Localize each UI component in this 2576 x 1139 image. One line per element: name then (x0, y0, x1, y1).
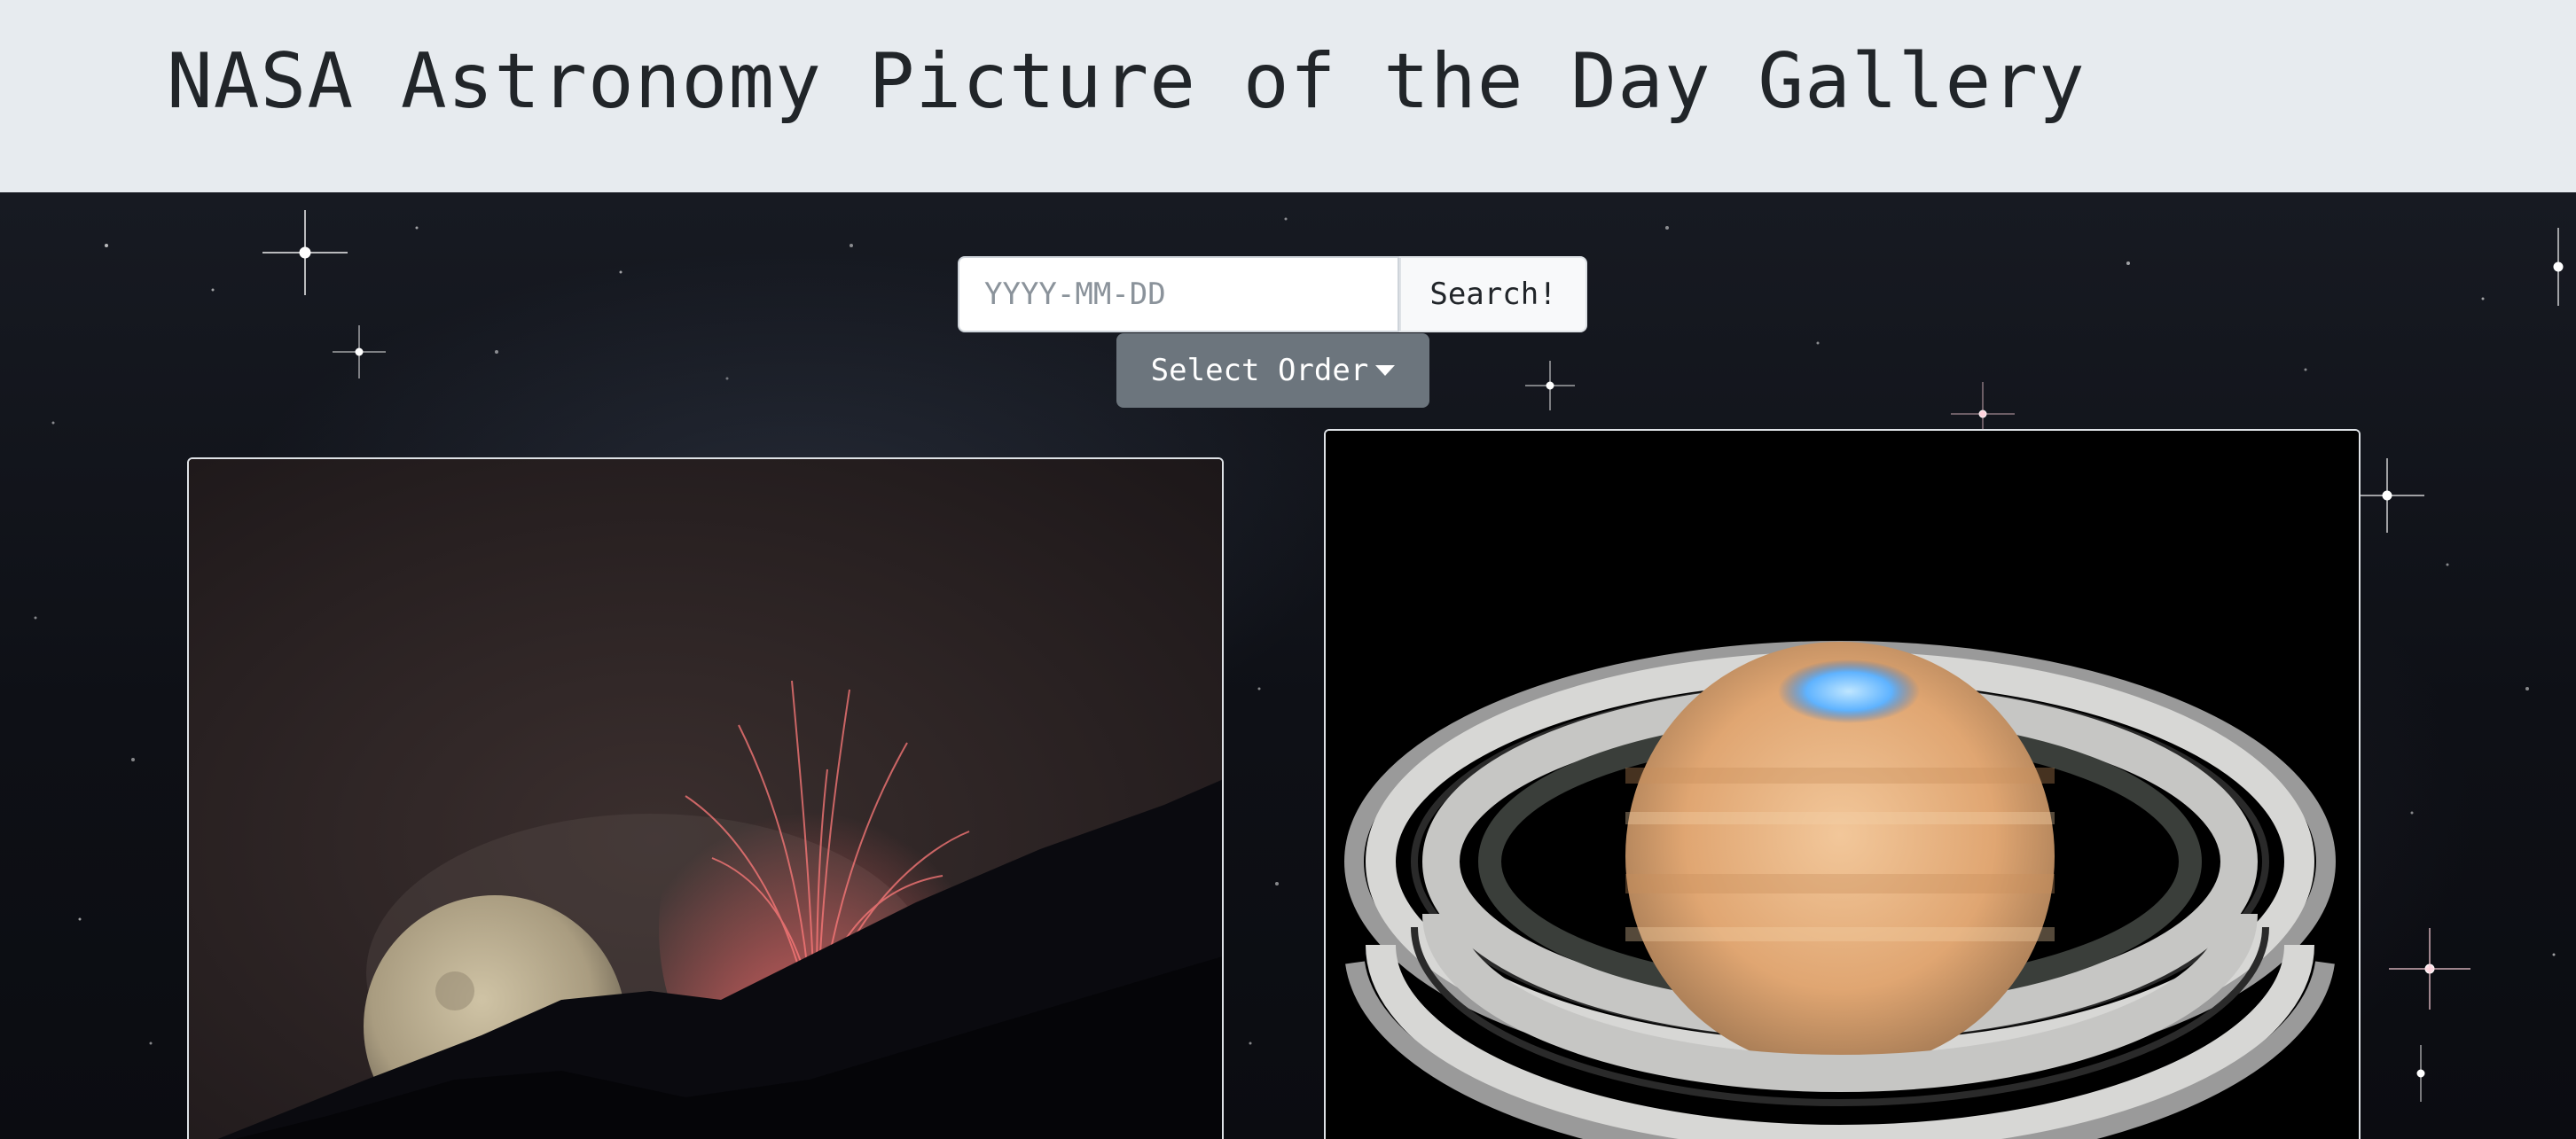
volcano-moon-image (189, 459, 1222, 1139)
select-order-label: Select Order (1150, 353, 1369, 388)
gallery-card-saturn[interactable] (1324, 429, 2361, 1139)
search-bar: Search! (958, 256, 1587, 332)
caret-down-icon (1375, 365, 1396, 376)
date-search-input[interactable] (958, 256, 1399, 332)
page-header: NASA Astronomy Picture of the Day Galler… (0, 0, 2576, 192)
select-order-dropdown[interactable]: Select Order (1116, 333, 1429, 408)
gallery-card-volcano-moon[interactable] (187, 457, 1224, 1139)
saturn-aurora-image (1326, 431, 2359, 1139)
search-button[interactable]: Search! (1399, 256, 1587, 332)
page-title: NASA Astronomy Picture of the Day Galler… (167, 37, 2086, 126)
